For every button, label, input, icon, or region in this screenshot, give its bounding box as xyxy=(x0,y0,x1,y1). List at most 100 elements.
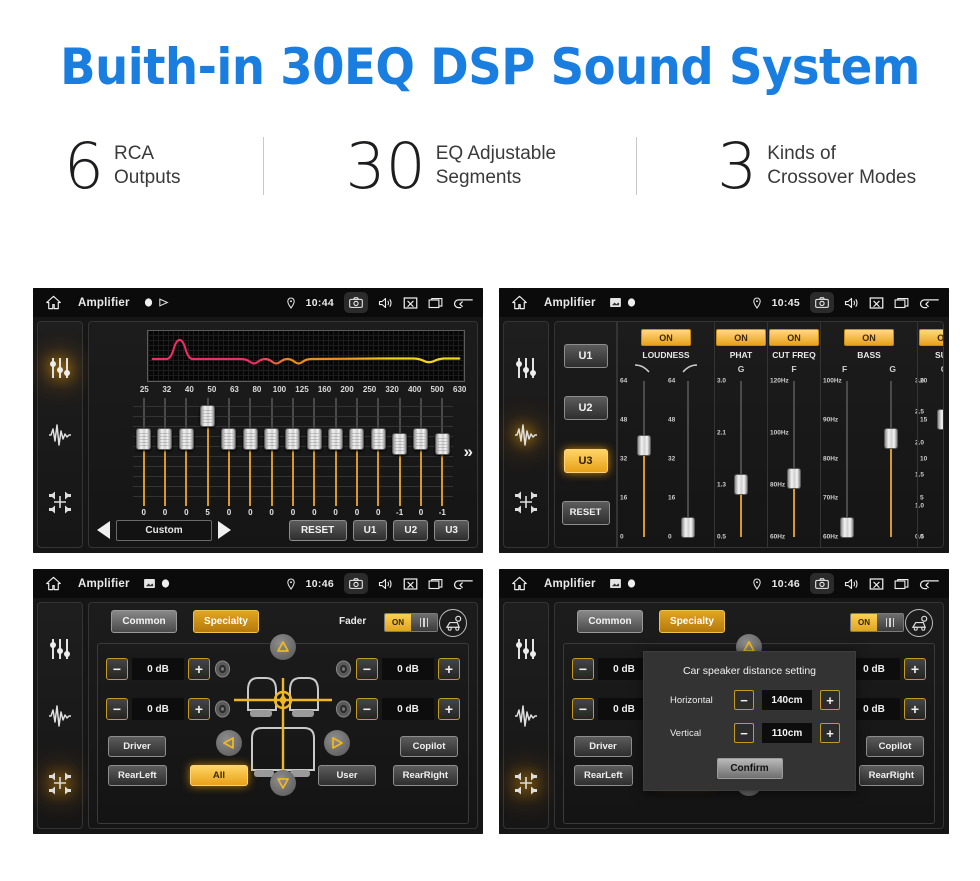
waveform-icon[interactable] xyxy=(47,703,73,729)
u2-button[interactable]: U2 xyxy=(393,519,429,541)
equalizer-icon[interactable] xyxy=(513,355,539,381)
gain-minus-button[interactable]: − xyxy=(106,658,128,680)
tab-common[interactable]: Common xyxy=(111,610,177,633)
distance-minus-button[interactable]: − xyxy=(734,723,754,743)
gain-plus-button[interactable]: + xyxy=(188,698,210,720)
back-arrow-icon[interactable] xyxy=(453,296,473,310)
slider-knob[interactable] xyxy=(136,428,152,451)
car-seat-settings-icon[interactable] xyxy=(439,609,467,637)
slider-knob[interactable] xyxy=(349,428,365,451)
waveform-icon[interactable] xyxy=(47,422,73,448)
more-sliders-chevron-icon[interactable]: » xyxy=(464,442,473,462)
arrow-down-icon[interactable] xyxy=(270,770,296,796)
close-box-icon[interactable] xyxy=(403,296,418,310)
eq-slider[interactable] xyxy=(154,398,176,506)
recent-apps-icon[interactable] xyxy=(428,296,443,310)
slider-knob[interactable] xyxy=(681,516,695,538)
volume-icon[interactable] xyxy=(378,577,393,591)
back-arrow-icon[interactable] xyxy=(919,577,939,591)
confirm-button[interactable]: Confirm xyxy=(716,758,783,779)
seat-button-driver[interactable]: Driver xyxy=(574,736,632,757)
close-box-icon[interactable] xyxy=(869,577,884,591)
preset-button-reset[interactable]: RESET xyxy=(561,500,610,525)
slider-knob[interactable] xyxy=(434,432,450,455)
vertical-slider[interactable]: 3.0 2.5 2.0 1.5 1.0 0.5 xyxy=(869,377,924,541)
eq-slider[interactable] xyxy=(133,398,155,506)
vertical-slider[interactable]: 3.0 2.1 1.3 0.5 xyxy=(717,377,763,541)
equalizer-icon[interactable] xyxy=(47,355,73,381)
eq-slider[interactable] xyxy=(324,398,347,506)
seat-button-rearleft[interactable]: RearLeft xyxy=(108,765,167,786)
slider-knob[interactable] xyxy=(370,428,386,451)
eq-slider[interactable] xyxy=(218,398,240,506)
volume-icon[interactable] xyxy=(844,296,859,310)
seat-button-copilot[interactable]: Copilot xyxy=(866,736,924,757)
balance-icon[interactable] xyxy=(47,489,73,515)
on-button[interactable]: ON xyxy=(844,329,894,346)
tab-specialty[interactable]: Specialty xyxy=(193,610,259,633)
eq-slider[interactable] xyxy=(410,398,432,506)
preset-prev-button[interactable] xyxy=(97,521,110,539)
waveform-icon[interactable] xyxy=(513,703,539,729)
seat-button-all[interactable]: All xyxy=(190,765,248,786)
slider-knob[interactable] xyxy=(200,405,216,428)
preset-button-u3[interactable]: U3 xyxy=(563,448,608,473)
eq-slider[interactable] xyxy=(282,398,304,506)
gain-minus-button[interactable]: − xyxy=(572,698,594,720)
u1-button[interactable]: U1 xyxy=(352,519,388,541)
waveform-icon[interactable] xyxy=(513,422,539,448)
slider-knob[interactable] xyxy=(937,408,943,430)
vertical-slider[interactable]: 120Hz 100Hz 80Hz 60Hz xyxy=(770,377,816,541)
home-icon[interactable] xyxy=(511,295,528,310)
slider-knob[interactable] xyxy=(306,428,322,451)
tab-specialty[interactable]: Specialty xyxy=(659,610,725,633)
recent-apps-icon[interactable] xyxy=(894,577,909,591)
vertical-slider[interactable]: 64 48 32 16 0 64 48 32 16 0 xyxy=(620,377,675,541)
tab-common[interactable]: Common xyxy=(577,610,643,633)
on-button[interactable]: ON xyxy=(769,329,819,346)
camera-icon[interactable] xyxy=(344,292,368,313)
slider-knob[interactable] xyxy=(413,428,429,451)
seat-button-copilot[interactable]: Copilot xyxy=(400,736,458,757)
home-icon[interactable] xyxy=(511,576,528,591)
preset-button-u1[interactable]: U1 xyxy=(563,344,608,369)
reset-button[interactable]: RESET xyxy=(288,519,347,541)
on-button[interactable]: ON xyxy=(641,329,691,346)
eq-slider[interactable] xyxy=(431,398,453,506)
slider-knob[interactable] xyxy=(884,428,898,450)
volume-icon[interactable] xyxy=(378,296,393,310)
gain-plus-button[interactable]: + xyxy=(438,658,460,680)
slider-knob[interactable] xyxy=(328,428,344,451)
on-button[interactable]: ON xyxy=(919,329,943,346)
gain-plus-button[interactable]: + xyxy=(904,658,926,680)
eq-slider[interactable] xyxy=(260,398,283,506)
slider-knob[interactable] xyxy=(840,516,854,538)
gain-minus-button[interactable]: − xyxy=(572,658,594,680)
seat-button-user[interactable]: User xyxy=(318,765,376,786)
eq-slider[interactable] xyxy=(367,398,389,506)
seat-button-rearright[interactable]: RearRight xyxy=(392,765,458,786)
eq-slider[interactable] xyxy=(175,398,197,506)
on-button[interactable]: ON xyxy=(716,329,766,346)
vertical-slider[interactable]: 20 15 10 5 0 xyxy=(920,377,943,541)
slider-knob[interactable] xyxy=(285,428,301,451)
slider-knob[interactable] xyxy=(392,432,408,455)
gain-plus-button[interactable]: + xyxy=(438,698,460,720)
arrow-up-icon[interactable] xyxy=(270,634,296,660)
slider-knob[interactable] xyxy=(221,428,237,451)
preset-next-button[interactable] xyxy=(218,521,231,539)
balance-icon[interactable] xyxy=(513,770,539,796)
seat-button-driver[interactable]: Driver xyxy=(108,736,166,757)
camera-icon[interactable] xyxy=(810,573,834,594)
slider-knob[interactable] xyxy=(242,428,258,451)
recent-apps-icon[interactable] xyxy=(428,577,443,591)
home-icon[interactable] xyxy=(45,295,62,310)
eq-slider[interactable] xyxy=(303,398,325,506)
volume-icon[interactable] xyxy=(844,577,859,591)
slider-knob[interactable] xyxy=(787,467,801,489)
eq-slider[interactable] xyxy=(346,398,368,506)
slider-knob[interactable] xyxy=(637,434,651,456)
distance-plus-button[interactable]: + xyxy=(820,723,840,743)
recent-apps-icon[interactable] xyxy=(894,296,909,310)
arrow-left-icon[interactable] xyxy=(216,730,242,756)
